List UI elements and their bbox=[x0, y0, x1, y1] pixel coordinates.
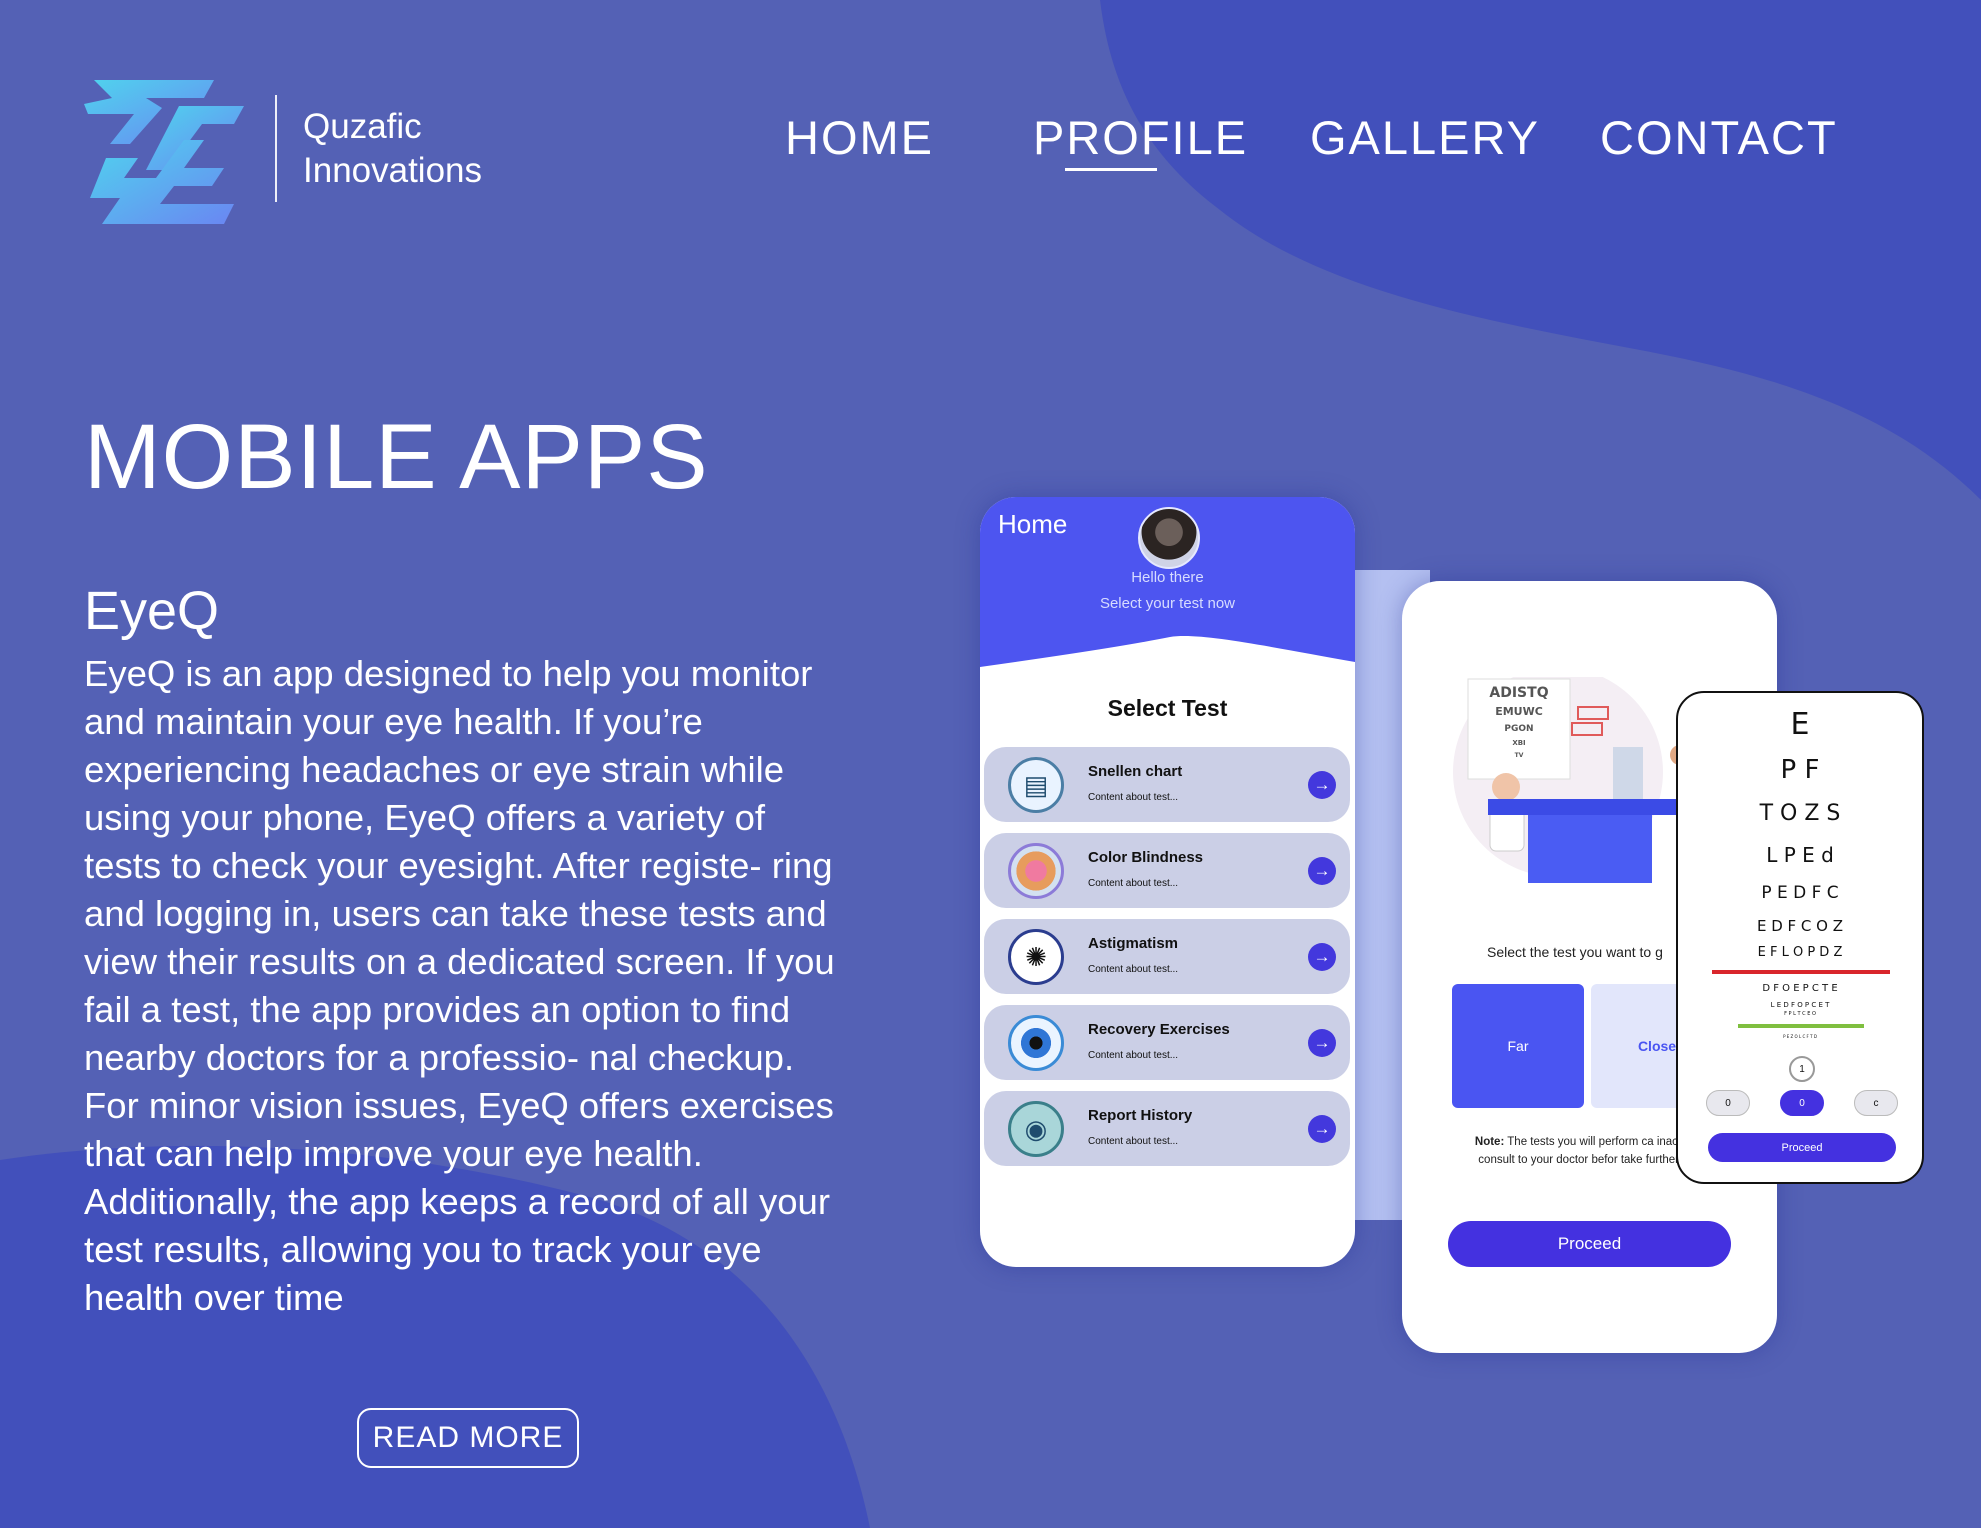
test-subtitle: Content about test... bbox=[1088, 1050, 1179, 1061]
line-counter[interactable]: 1 bbox=[1789, 1056, 1815, 1082]
arrow-right-icon[interactable]: → bbox=[1308, 1029, 1336, 1057]
phone-home-screen: Home Hello there Select your test now Se… bbox=[980, 497, 1355, 1267]
phone-snellen-chart-screen: E P F T O Z S L P E d P E D F C E D F C … bbox=[1676, 691, 1924, 1184]
section-title: MOBILE APPS bbox=[84, 406, 709, 508]
chart-row: E bbox=[1790, 707, 1810, 742]
chart-option-active[interactable]: 0 bbox=[1780, 1090, 1824, 1116]
chart-option[interactable]: 0 bbox=[1706, 1090, 1750, 1116]
test-name: Snellen chart bbox=[1088, 763, 1183, 780]
test-card-report-history[interactable]: ◉ Report History Content about test... → bbox=[984, 1091, 1350, 1166]
color-blindness-icon bbox=[1008, 843, 1064, 899]
brand-name[interactable]: Quzafic Innovations bbox=[303, 105, 482, 193]
astigmatism-icon: ✺ bbox=[1008, 929, 1064, 985]
select-test-text: Select the test you want to g bbox=[1487, 944, 1663, 960]
logo-divider bbox=[275, 95, 277, 202]
avatar[interactable] bbox=[1138, 507, 1200, 569]
brand-line-2: Innovations bbox=[303, 151, 483, 190]
nav-gallery[interactable]: GALLERY bbox=[1310, 110, 1540, 165]
qz-logo-icon[interactable] bbox=[84, 74, 254, 234]
test-name: Recovery Exercises bbox=[1088, 1021, 1230, 1038]
report-icon: ◉ bbox=[1008, 1101, 1064, 1157]
arrow-right-icon[interactable]: → bbox=[1308, 1115, 1336, 1143]
test-subtitle: Content about test... bbox=[1088, 1136, 1179, 1147]
chart-row: L E D F O P C E T bbox=[1770, 1001, 1830, 1009]
app-name: EyeQ bbox=[84, 581, 220, 641]
test-name: Report History bbox=[1088, 1107, 1193, 1124]
test-card-astigmatism[interactable]: ✺ Astigmatism Content about test... → bbox=[984, 919, 1350, 994]
test-subtitle: Content about test... bbox=[1088, 964, 1179, 975]
arrow-right-icon[interactable]: → bbox=[1308, 857, 1336, 885]
arrow-right-icon[interactable]: → bbox=[1308, 943, 1336, 971]
snellen-chart-icon: ▤ bbox=[1008, 757, 1064, 813]
test-card-recovery-exercises[interactable]: Recovery Exercises Content about test...… bbox=[984, 1005, 1350, 1080]
phone-home-title: Home bbox=[998, 509, 1068, 539]
chart-row: P E Z O L C F T D bbox=[1783, 1034, 1817, 1039]
proceed-button[interactable]: Proceed bbox=[1448, 1221, 1731, 1267]
arrow-right-icon[interactable]: → bbox=[1308, 771, 1336, 799]
eye-chart-row: XBI bbox=[1512, 739, 1525, 747]
chart-row: D F O E P C T E bbox=[1762, 983, 1838, 994]
eye-chart-letters: XBI bbox=[1512, 739, 1525, 747]
eye-chart-letters: ADISTQ bbox=[1489, 685, 1548, 701]
chart-row: P E D F C bbox=[1761, 883, 1839, 903]
select-test-heading: Select Test bbox=[1107, 695, 1228, 721]
chart-row: E D F C O Z bbox=[1756, 917, 1844, 935]
chart-row: L P E d bbox=[1766, 843, 1834, 867]
eye-chart-row: ADISTQ bbox=[1489, 685, 1548, 701]
phone-home-subtitle: Select your test now bbox=[1099, 595, 1236, 612]
nav-profile[interactable]: PROFILE bbox=[1033, 110, 1248, 165]
nav-contact[interactable]: CONTACT bbox=[1600, 110, 1838, 165]
test-name: Astigmatism bbox=[1088, 935, 1179, 952]
eye-chart-letters: PGON bbox=[1504, 724, 1533, 734]
test-name: Color Blindness bbox=[1088, 849, 1204, 866]
nav-active-underline bbox=[1065, 168, 1157, 171]
eye-icon bbox=[1008, 1015, 1064, 1071]
test-subtitle: Content about test... bbox=[1088, 792, 1179, 803]
brand-line-1: Quzafic bbox=[303, 107, 422, 146]
app-description: EyeQ is an app designed to help you moni… bbox=[84, 653, 835, 1318]
eye-chart-row: PGON bbox=[1504, 724, 1533, 734]
eye-chart-letters: EMUWC bbox=[1495, 705, 1543, 718]
far-option-button[interactable]: Far bbox=[1452, 984, 1584, 1108]
chart-row: T O Z S bbox=[1759, 801, 1841, 826]
eye-chart-row: TV bbox=[1515, 752, 1524, 759]
phone-home-hello: Hello there bbox=[1131, 569, 1204, 586]
note-label: Note: bbox=[1474, 1136, 1505, 1148]
eye-chart-letters: TV bbox=[1515, 752, 1524, 759]
chart-green-line bbox=[1738, 1024, 1864, 1028]
chart-row: F P L T C E O bbox=[1784, 1011, 1816, 1017]
eye-chart-row: EMUWC bbox=[1495, 705, 1543, 718]
chart-proceed-button[interactable]: Proceed bbox=[1708, 1133, 1896, 1162]
chart-row: E F L O P D Z bbox=[1757, 945, 1843, 960]
test-subtitle: Content about test... bbox=[1088, 878, 1179, 889]
doctor-illustration: ADISTQ EMUWC PGON XBI TV bbox=[1453, 677, 1688, 883]
chart-red-line bbox=[1712, 970, 1890, 974]
test-card-color-blindness[interactable]: Color Blindness Content about test... → bbox=[984, 833, 1350, 908]
test-card-snellen[interactable]: ▤ Snellen chart Content about test... → bbox=[984, 747, 1350, 822]
read-more-button[interactable]: READ MORE bbox=[357, 1408, 579, 1468]
nav-home[interactable]: HOME bbox=[785, 110, 934, 165]
chart-row: P F bbox=[1780, 755, 1820, 785]
chart-option[interactable]: c bbox=[1854, 1090, 1898, 1116]
